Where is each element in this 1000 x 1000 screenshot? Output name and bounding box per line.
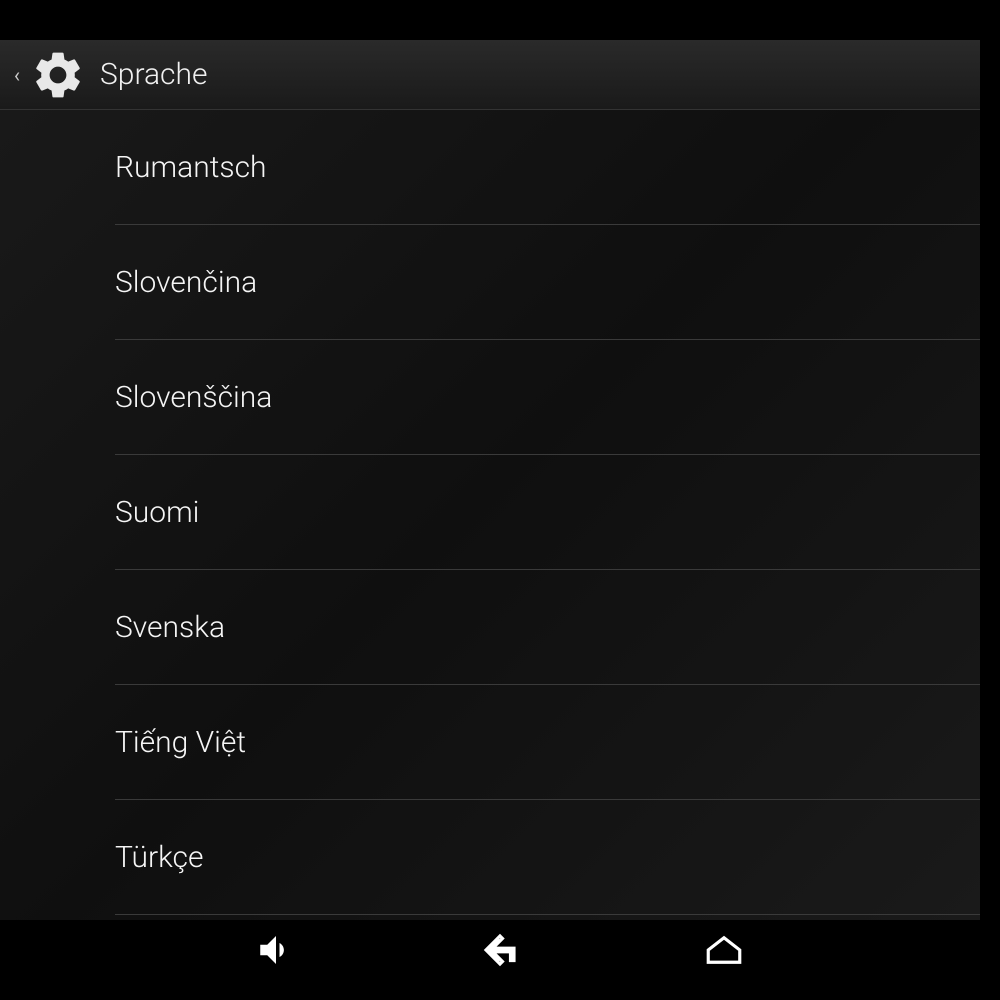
list-item[interactable]: Svenska xyxy=(115,570,980,685)
navigation-bar xyxy=(0,920,1000,980)
language-list: Rumantsch Slovenčina Slovenščina Suomi S… xyxy=(0,110,980,915)
settings-screen: ‹ Sprache Rumantsch Slovenčina Slovenšči… xyxy=(0,40,980,930)
list-item[interactable]: Rumantsch xyxy=(115,110,980,225)
language-label: Rumantsch xyxy=(115,150,267,185)
language-label: Slovenčina xyxy=(115,265,257,300)
page-title: Sprache xyxy=(100,57,208,92)
language-label: Suomi xyxy=(115,495,199,530)
language-label: Svenska xyxy=(115,610,225,645)
home-button[interactable] xyxy=(702,928,746,972)
header-bar: ‹ Sprache xyxy=(0,40,980,110)
list-item[interactable]: Türkçe xyxy=(115,800,980,915)
gear-icon xyxy=(30,47,86,103)
language-label: Tiếng Việt xyxy=(115,725,246,760)
back-chevron-icon[interactable]: ‹ xyxy=(8,63,26,87)
list-item[interactable]: Slovenčina xyxy=(115,225,980,340)
language-label: Türkçe xyxy=(115,840,204,875)
language-label: Slovenščina xyxy=(115,380,272,415)
list-item[interactable]: Slovenščina xyxy=(115,340,980,455)
back-button[interactable] xyxy=(478,928,522,972)
list-item[interactable]: Suomi xyxy=(115,455,980,570)
volume-button[interactable] xyxy=(254,928,298,972)
list-item[interactable]: Tiếng Việt xyxy=(115,685,980,800)
